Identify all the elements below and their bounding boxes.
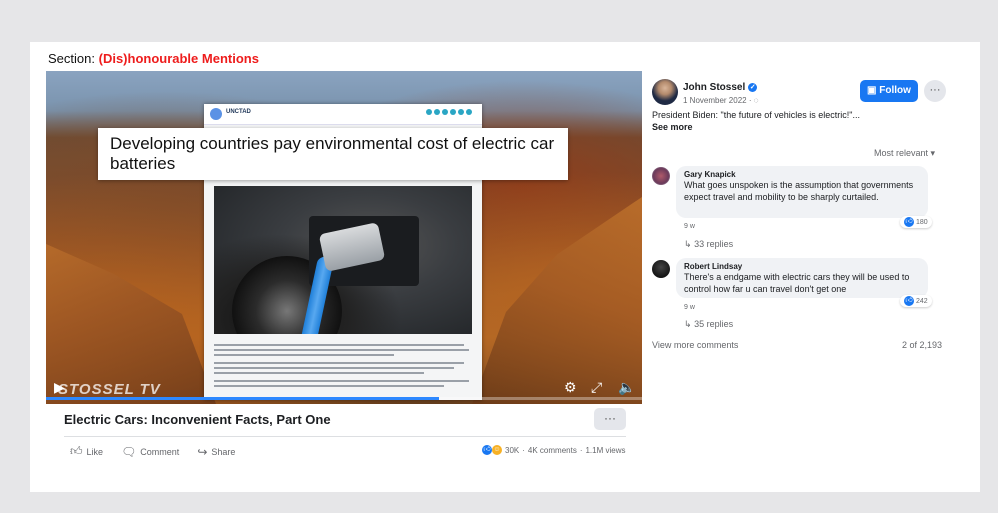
follow-icon: ▣	[867, 85, 877, 96]
comments-count: 2 of 2,193	[902, 340, 943, 350]
reply-arrow-icon: ↳	[684, 319, 692, 329]
video-more-button[interactable]: ···	[594, 408, 626, 430]
comment-text: There's a endgame with electric cars the…	[684, 272, 910, 294]
video-title[interactable]: Electric Cars: Inconvenient Facts, Part …	[64, 412, 331, 427]
comment-time[interactable]: 9 w	[684, 304, 695, 311]
comment-replies-link[interactable]: ↳ 35 replies	[684, 319, 733, 330]
comment-button[interactable]: 🗨 Comment	[121, 444, 179, 459]
post-more-button[interactable]: ···	[924, 80, 946, 102]
like-reaction-icon: 👍︎	[904, 296, 914, 306]
like-reaction-icon: 👍︎	[482, 445, 492, 455]
comment-count: 4K comments	[527, 445, 577, 455]
social-icon	[442, 109, 448, 115]
replies-label: 33 replies	[694, 239, 734, 249]
haha-reaction-icon: ☺	[492, 445, 502, 455]
social-icon	[466, 109, 472, 115]
social-icon	[434, 109, 440, 115]
divider	[64, 436, 626, 437]
like-button[interactable]: 👍︎ Like	[70, 444, 103, 459]
post-date[interactable]: 1 November 2022 · ◌	[683, 96, 758, 105]
view-count: 1.1M views	[585, 445, 626, 455]
comment-bubble: Robert Lindsay There's a endgame with el…	[676, 258, 928, 298]
follow-label: Follow	[879, 85, 911, 96]
commenter-name[interactable]: Gary Knapick	[684, 170, 920, 179]
see-more-link[interactable]: See more	[652, 122, 693, 132]
post-card: Section: (Dis)honourable Mentions UNCTAD	[30, 42, 980, 492]
author-name-text: John Stossel	[683, 82, 746, 93]
video-player[interactable]: UNCTAD Developing countries pay environm…	[46, 71, 642, 404]
share-button[interactable]: ↪ Share	[197, 444, 235, 459]
section-prefix: Section:	[48, 51, 95, 66]
document-org: UNCTAD	[226, 109, 251, 115]
follow-button[interactable]: ▣ Follow	[860, 80, 918, 102]
view-more-comments-link[interactable]: View more comments	[652, 340, 738, 350]
post-text: President Biden: "the future of vehicles…	[652, 110, 860, 120]
document-header: UNCTAD	[204, 104, 482, 125]
comment-reaction-badge[interactable]: 👍︎ 180	[900, 216, 932, 228]
un-logo-icon	[210, 108, 222, 120]
thumbs-up-icon: 👍︎	[70, 444, 83, 458]
social-icons	[426, 109, 472, 115]
video-progress-fill	[46, 397, 440, 400]
document-text-line	[214, 349, 469, 351]
comment-label: Comment	[140, 446, 180, 457]
volume-icon[interactable]: 🔈	[618, 379, 635, 396]
background-hill-left	[46, 244, 216, 404]
share-icon: ↪	[197, 444, 208, 459]
commenter-avatar[interactable]	[652, 167, 670, 185]
stossel-tv-watermark: STOSSEL TV	[58, 381, 161, 398]
sort-label: Most relevant	[874, 148, 929, 158]
caret-down-icon: ▾	[930, 148, 936, 158]
social-icon	[458, 109, 464, 115]
reply-arrow-icon: ↳	[684, 239, 692, 249]
comment-reaction-count: 180	[916, 218, 928, 226]
document-text-line	[214, 372, 424, 374]
play-icon[interactable]: ▶	[54, 379, 65, 396]
reaction-count: 30K	[505, 445, 520, 455]
globe-icon: ◌	[753, 96, 759, 105]
social-icon	[450, 109, 456, 115]
like-reaction-icon: 👍︎	[904, 217, 914, 227]
document-text-line	[214, 367, 454, 369]
video-headline-overlay: Developing countries pay environmental c…	[98, 128, 568, 180]
replies-label: 35 replies	[694, 319, 734, 329]
post-stats[interactable]: 👍︎ ☺ 30K · 4K comments · 1.1M views	[482, 445, 626, 455]
document-text-line	[214, 354, 394, 356]
comment-reaction-badge[interactable]: 👍︎ 242	[900, 295, 932, 307]
social-icon	[426, 109, 432, 115]
section-highlight: (Dis)honourable Mentions	[98, 51, 259, 66]
post-date-text: 1 November 2022 ·	[683, 96, 754, 105]
share-label: Share	[211, 446, 236, 457]
like-label: Like	[86, 446, 104, 457]
stats-separator: ·	[522, 445, 525, 455]
document-text-line	[214, 344, 464, 346]
post-actions: 👍︎ Like 🗨 Comment ↪ Share	[70, 444, 235, 459]
section-label: Section: (Dis)honourable Mentions	[48, 51, 259, 66]
settings-gear-icon[interactable]: ⚙	[564, 379, 577, 396]
author-name[interactable]: John Stossel ✓	[683, 82, 758, 93]
comment-reaction-count: 242	[916, 297, 928, 305]
fullscreen-icon[interactable]: ⤢	[591, 379, 602, 396]
video-progress-bar[interactable]	[46, 397, 642, 400]
author-avatar[interactable]	[652, 79, 678, 105]
video-controls: STOSSEL TV ▶ ⚙ ⤢ 🔈	[46, 376, 642, 404]
charging-car-photo	[214, 186, 472, 334]
comment-sort-dropdown[interactable]: Most relevant ▾	[874, 148, 935, 159]
stats-separator: ·	[579, 445, 583, 455]
comment-bubble: Gary Knapick What goes unspoken is the a…	[676, 166, 928, 218]
comment-icon: 🗨	[121, 444, 137, 459]
verified-badge-icon: ✓	[748, 82, 758, 92]
comment-time[interactable]: 9 w	[684, 223, 695, 230]
background-hill-right	[472, 197, 642, 404]
commenter-avatar[interactable]	[652, 260, 670, 278]
comment-text: What goes unspoken is the assumption tha…	[684, 180, 914, 202]
document-text-line	[214, 362, 464, 364]
commenter-name[interactable]: Robert Lindsay	[684, 262, 920, 271]
comment-replies-link[interactable]: ↳ 33 replies	[684, 239, 733, 250]
